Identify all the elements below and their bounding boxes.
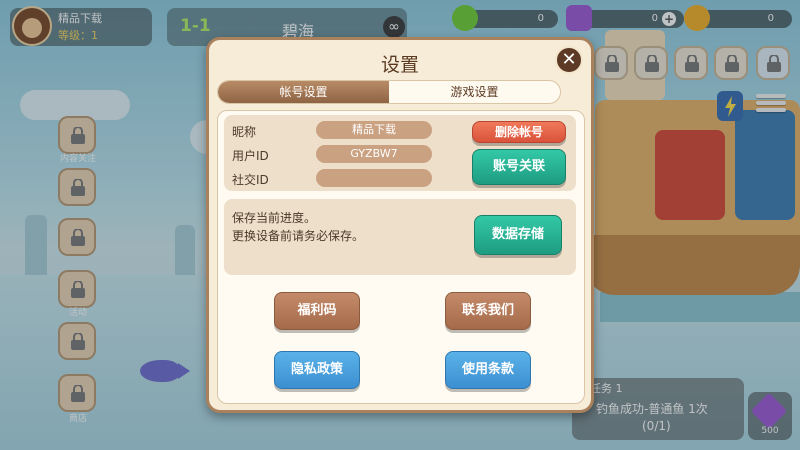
delete-account-button[interactable]: 删除帐号 [472, 121, 566, 143]
terms-of-use-button[interactable]: 使用条款 [445, 351, 531, 389]
social-id-label: 社交ID [232, 173, 269, 187]
account-panel: 昵称 精品下载 用户ID GYZBW7 社交ID 删除帐号 账号关联 [224, 115, 576, 191]
contact-us-button[interactable]: 联系我们 [445, 292, 531, 330]
save-text-line2: 更换设备前请务必保存。 [232, 229, 365, 243]
dialog-title: 设置 [380, 54, 419, 76]
settings-content: 昵称 精品下载 用户ID GYZBW7 社交ID 删除帐号 账号关联 保存当前进… [217, 110, 585, 404]
userid-label: 用户ID [232, 149, 269, 163]
privacy-policy-button[interactable]: 隐私政策 [274, 351, 360, 389]
tab-account-settings[interactable]: 帐号设置 [218, 81, 389, 103]
nickname-field: 精品下载 [316, 121, 432, 139]
close-icon[interactable]: ✕ [555, 46, 583, 74]
nickname-label: 昵称 [232, 125, 257, 139]
social-id-field [316, 169, 432, 187]
settings-dialog: 设置 ✕ 帐号设置 游戏设置 昵称 精品下载 用户ID GYZBW7 社交ID … [206, 37, 594, 413]
link-account-button[interactable]: 账号关联 [472, 149, 566, 185]
settings-tabs: 帐号设置 游戏设置 [217, 80, 561, 104]
tab-game-settings[interactable]: 游戏设置 [389, 81, 560, 103]
gift-code-button[interactable]: 福利码 [274, 292, 360, 330]
userid-field: GYZBW7 [316, 145, 432, 163]
save-data-button[interactable]: 数据存储 [474, 215, 562, 255]
save-panel: 保存当前进度。 更换设备前请务必保存。 数据存储 [224, 199, 576, 275]
save-text-line1: 保存当前进度。 [232, 211, 317, 225]
